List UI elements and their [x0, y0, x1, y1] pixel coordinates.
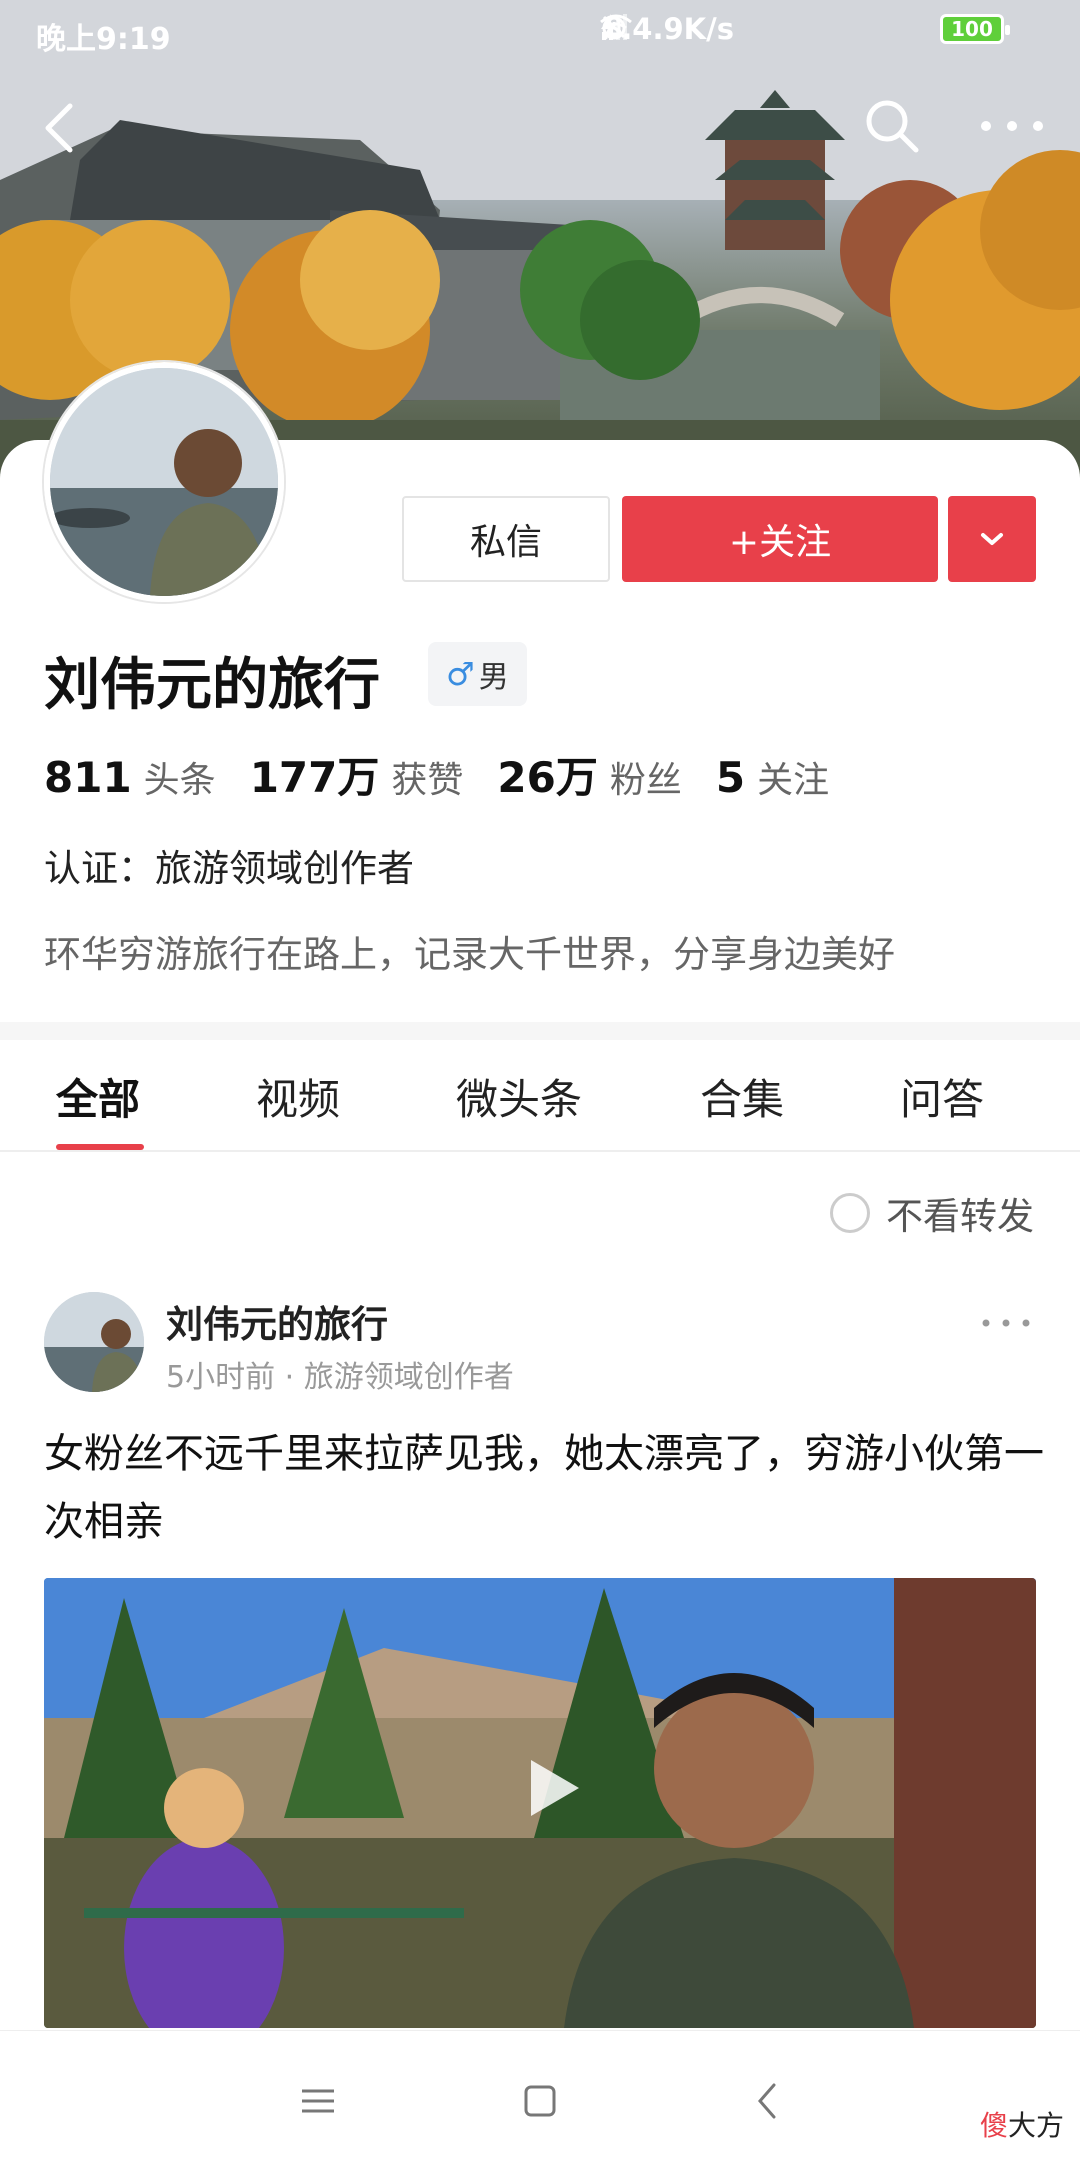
stat-value: 177万: [249, 753, 380, 802]
post-author-name[interactable]: 刘伟元的旅行: [166, 1294, 388, 1348]
stat-value: 5: [715, 753, 746, 802]
stat-followers[interactable]: 26万 粉丝: [497, 744, 681, 805]
radio-icon: [830, 1193, 870, 1233]
tab-video[interactable]: 视频: [256, 1066, 340, 1127]
status-bar: 晚上9:19 ...4.9K/s 100: [0, 0, 1080, 66]
profile-stats: 811 头条 177万 获赞 26万 粉丝 5 关注: [44, 744, 863, 805]
wifi-icon: [600, 12, 926, 46]
verification-text: 认证：旅游领域创作者: [44, 847, 414, 890]
follow-dropdown-button[interactable]: [948, 496, 1036, 582]
watermark: 傻大方: [980, 2104, 1064, 2144]
tab-micro-post[interactable]: 微头条: [456, 1066, 582, 1127]
watermark-part1: 傻: [979, 2109, 1008, 2142]
charging-icon: [601, 12, 1052, 46]
follow-button[interactable]: +关注: [622, 496, 938, 582]
system-nav-bar: [0, 2030, 1080, 2160]
signal-icon: [602, 12, 878, 46]
menu-icon[interactable]: [288, 2071, 348, 2131]
home-icon[interactable]: [510, 2071, 570, 2131]
play-icon[interactable]: [499, 1738, 599, 1838]
male-icon: ♂: [446, 655, 475, 693]
watermark-part2: 大方: [1007, 2109, 1064, 2142]
stat-label: 获赞: [391, 760, 464, 801]
post-video-thumbnail[interactable]: [44, 1578, 1036, 2028]
mute-icon: [603, 12, 782, 46]
tab-collection[interactable]: 合集: [700, 1066, 784, 1127]
profile-avatar[interactable]: [44, 362, 284, 602]
gender-label: 男: [478, 660, 509, 695]
stat-likes[interactable]: 177万 获赞: [250, 744, 464, 805]
alarm-icon: [602, 12, 830, 46]
follow-button-label: +关注: [728, 522, 832, 563]
stat-value: 26万: [497, 753, 598, 802]
profile-name: 刘伟元的旅行: [44, 653, 380, 718]
search-icon[interactable]: [862, 96, 922, 156]
stat-label: 粉丝: [609, 760, 682, 801]
stat-label: 关注: [757, 760, 830, 801]
stat-posts[interactable]: 811 头条: [44, 751, 216, 803]
stat-label: 头条: [143, 760, 216, 801]
hide-reposts-label: 不看转发: [886, 1195, 1034, 1238]
gender-badge: ♂ 男: [428, 642, 527, 706]
back-icon[interactable]: [36, 96, 84, 160]
stat-value: 811: [44, 753, 132, 802]
post-more-icon[interactable]: [976, 1308, 1036, 1338]
battery-icon: 100: [940, 14, 1010, 44]
section-divider: [0, 1022, 1080, 1040]
more-options-icon[interactable]: [972, 108, 1052, 144]
post-author-avatar[interactable]: [44, 1292, 144, 1392]
hide-reposts-toggle[interactable]: 不看转发: [830, 1186, 1034, 1240]
profile-bio: 环华穷游旅行在路上，记录大千世界，分享身边美好: [44, 933, 895, 976]
active-tab-indicator: [56, 1144, 144, 1150]
tab-all[interactable]: 全部: [56, 1066, 140, 1127]
tab-qa[interactable]: 问答: [900, 1066, 984, 1127]
content-tabs: 全部 视频 微头条 合集 问答: [0, 1040, 1080, 1152]
status-time: 晚上9:19: [36, 22, 171, 57]
message-button[interactable]: 私信: [402, 496, 610, 582]
stat-following[interactable]: 5 关注: [716, 751, 829, 803]
post-meta: 5小时前 · 旅游领域创作者: [166, 1360, 514, 1395]
nav-back-icon[interactable]: [738, 2071, 798, 2131]
post-title[interactable]: 女粉丝不远千里来拉萨见我，她太漂亮了，穷游小伙第一次相亲: [44, 1420, 1044, 1556]
chevron-down-icon: [981, 533, 1003, 545]
